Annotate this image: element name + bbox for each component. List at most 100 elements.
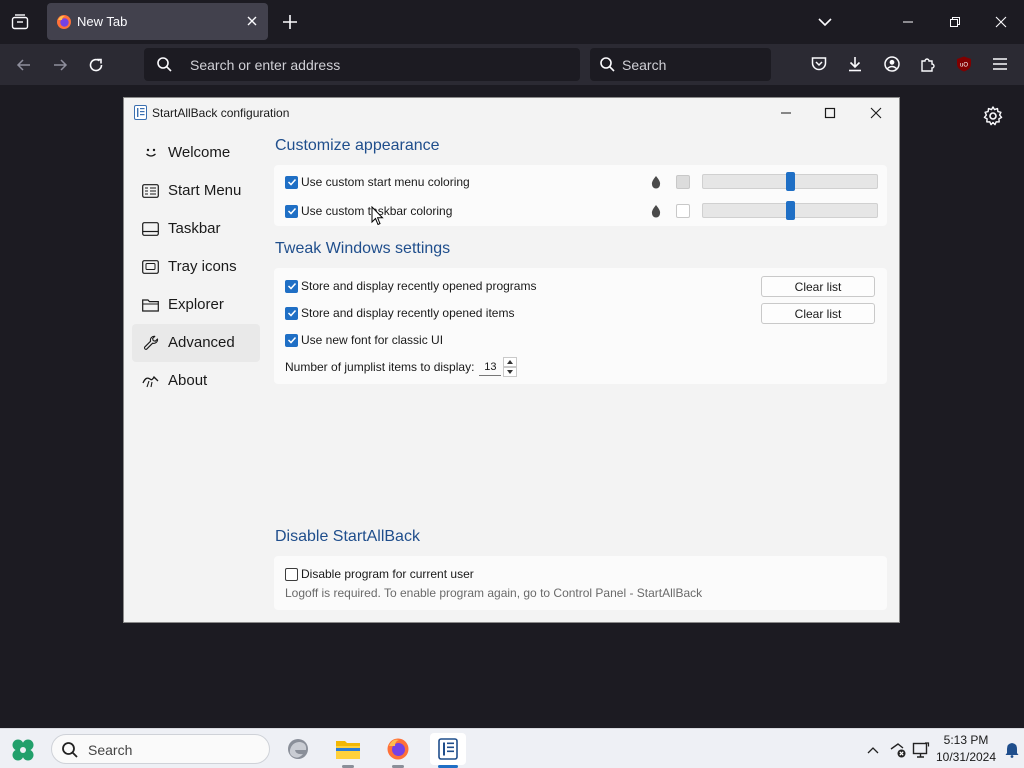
tweak-windows-panel: Store and display recently opened progra… bbox=[274, 268, 887, 384]
minimize-window-button[interactable] bbox=[894, 8, 922, 36]
forward-button[interactable] bbox=[46, 51, 74, 79]
edge-browser-icon bbox=[288, 739, 308, 759]
notifications-button[interactable] bbox=[1003, 741, 1021, 759]
jumplist-items-row: Number of jumplist items to display: 13 bbox=[285, 357, 518, 377]
jumplist-items-stepper[interactable]: 13 bbox=[479, 357, 518, 377]
address-bar[interactable]: Search or enter address bbox=[144, 48, 580, 81]
navigation-toolbar: Search or enter address Search uO bbox=[0, 44, 1024, 85]
taskbar-search-placeholder: Search bbox=[88, 742, 133, 758]
clock-date: 10/31/2024 bbox=[935, 750, 997, 764]
recent-programs-option[interactable]: Store and display recently opened progra… bbox=[285, 277, 536, 295]
ublock-origin-icon: uO bbox=[957, 56, 971, 72]
network-status-button[interactable] bbox=[889, 741, 907, 759]
reload-icon bbox=[89, 58, 103, 72]
clear-recent-programs-button[interactable]: Clear list bbox=[761, 276, 875, 297]
start-menu-coloring-option[interactable]: Use custom start menu coloring bbox=[285, 173, 470, 191]
clear-recent-items-button[interactable]: Clear list bbox=[761, 303, 875, 324]
section-title-customize-appearance: Customize appearance bbox=[275, 137, 440, 154]
sidebar-item-welcome[interactable]: Welcome bbox=[132, 134, 260, 172]
tab-title: New Tab bbox=[77, 14, 128, 29]
extensions-button[interactable] bbox=[917, 53, 939, 75]
recent-items-label: Store and display recently opened items bbox=[301, 306, 515, 320]
sidebar-item-explorer[interactable]: Explorer bbox=[132, 286, 260, 324]
start-menu-color-swatch[interactable] bbox=[676, 175, 690, 189]
address-bar-placeholder: Search or enter address bbox=[190, 57, 341, 73]
smiley-icon bbox=[142, 145, 159, 160]
startallback-app-icon bbox=[134, 105, 147, 120]
search-bar[interactable]: Search bbox=[590, 48, 771, 81]
start-menu-coloring-slider[interactable] bbox=[702, 172, 878, 191]
taskbar-startallback-button[interactable] bbox=[430, 733, 466, 768]
window-title-bar[interactable]: StartAllBack configuration bbox=[124, 98, 899, 128]
sidebar-item-taskbar[interactable]: Taskbar bbox=[132, 210, 260, 248]
sidebar-item-tray-icons[interactable]: Tray icons bbox=[132, 248, 260, 286]
new-font-checkbox[interactable] bbox=[285, 333, 298, 347]
stepper-down-icon[interactable] bbox=[503, 367, 518, 377]
account-button[interactable] bbox=[881, 53, 903, 75]
sidebar-item-start-menu[interactable]: Start Menu bbox=[132, 172, 260, 210]
recent-programs-checkbox[interactable] bbox=[285, 279, 298, 293]
dialog-maximize-button[interactable] bbox=[818, 102, 842, 124]
color-drop-icon[interactable] bbox=[650, 175, 662, 189]
downloads-button[interactable] bbox=[844, 53, 866, 75]
slider-thumb[interactable] bbox=[786, 172, 795, 191]
firefox-favicon-icon bbox=[57, 15, 71, 29]
start-menu-coloring-checkbox[interactable] bbox=[285, 175, 298, 189]
taskbar-coloring-checkbox[interactable] bbox=[285, 204, 298, 218]
new-font-option[interactable]: Use new font for classic UI bbox=[285, 331, 443, 349]
download-icon bbox=[849, 57, 861, 72]
disable-panel: Disable program for current user Logoff … bbox=[274, 556, 887, 610]
taskbar-coloring-option[interactable]: Use custom taskbar coloring bbox=[285, 202, 452, 220]
startallback-config-window: StartAllBack configuration Welcome Start… bbox=[123, 97, 900, 623]
close-tab-icon[interactable] bbox=[244, 13, 260, 29]
search-icon bbox=[600, 57, 615, 72]
new-tab-plus-icon[interactable] bbox=[278, 10, 302, 34]
tab-new-tab[interactable]: New Tab bbox=[47, 3, 268, 40]
dialog-close-button[interactable] bbox=[864, 102, 888, 124]
taskbar-file-explorer-button[interactable] bbox=[330, 733, 366, 768]
chevron-down-icon[interactable] bbox=[815, 12, 835, 32]
recent-items-option[interactable]: Store and display recently opened items bbox=[285, 304, 514, 322]
dialog-minimize-button[interactable] bbox=[774, 102, 798, 124]
restore-window-button[interactable] bbox=[941, 8, 969, 36]
slider-thumb[interactable] bbox=[786, 201, 795, 220]
color-drop-icon[interactable] bbox=[650, 204, 662, 218]
search-icon bbox=[62, 742, 78, 758]
back-button[interactable] bbox=[10, 51, 38, 79]
ublock-origin-button[interactable]: uO bbox=[953, 53, 975, 75]
close-window-button[interactable] bbox=[987, 8, 1015, 36]
app-menu-button[interactable] bbox=[989, 53, 1011, 75]
settings-gear-icon[interactable] bbox=[982, 105, 1004, 127]
taskbar-edge-button[interactable] bbox=[280, 733, 316, 765]
taskbar-search-box[interactable]: Search bbox=[51, 734, 270, 764]
start-menu-coloring-label: Use custom start menu coloring bbox=[301, 175, 470, 189]
taskbar-coloring-slider[interactable] bbox=[702, 201, 878, 220]
display-settings-button[interactable] bbox=[912, 741, 930, 759]
firefox-view-button[interactable] bbox=[6, 8, 34, 36]
sidebar-item-about[interactable]: About bbox=[132, 362, 260, 400]
start-button-icon[interactable] bbox=[10, 737, 36, 763]
section-title-tweak-windows: Tweak Windows settings bbox=[275, 240, 451, 257]
disable-hint-text: Logoff is required. To enable program ag… bbox=[285, 586, 703, 600]
window-title: StartAllBack configuration bbox=[152, 106, 290, 120]
minimize-icon bbox=[903, 21, 913, 23]
pocket-button[interactable] bbox=[808, 53, 830, 75]
new-font-label: Use new font for classic UI bbox=[301, 333, 444, 347]
taskbar-clock[interactable]: 5:13 PM 10/31/2024 bbox=[933, 732, 999, 766]
recent-items-checkbox[interactable] bbox=[285, 306, 298, 320]
stepper-up-icon[interactable] bbox=[503, 357, 518, 367]
taskbar-color-swatch[interactable] bbox=[676, 204, 690, 218]
taskbar-firefox-button[interactable] bbox=[380, 733, 416, 768]
reload-button[interactable] bbox=[82, 51, 110, 79]
maximize-icon bbox=[824, 107, 836, 119]
jumplist-items-value[interactable]: 13 bbox=[479, 358, 502, 376]
disable-program-checkbox[interactable] bbox=[285, 567, 298, 581]
show-hidden-icons-button[interactable] bbox=[864, 741, 882, 759]
disable-program-option[interactable]: Disable program for current user bbox=[285, 565, 474, 583]
search-icon bbox=[157, 57, 172, 72]
svg-text:uO: uO bbox=[960, 63, 968, 69]
recent-programs-label: Store and display recently opened progra… bbox=[301, 279, 537, 293]
sidebar-item-label: Explorer bbox=[168, 296, 224, 313]
sidebar-item-advanced[interactable]: Advanced bbox=[132, 324, 260, 362]
disable-program-label: Disable program for current user bbox=[301, 567, 474, 581]
